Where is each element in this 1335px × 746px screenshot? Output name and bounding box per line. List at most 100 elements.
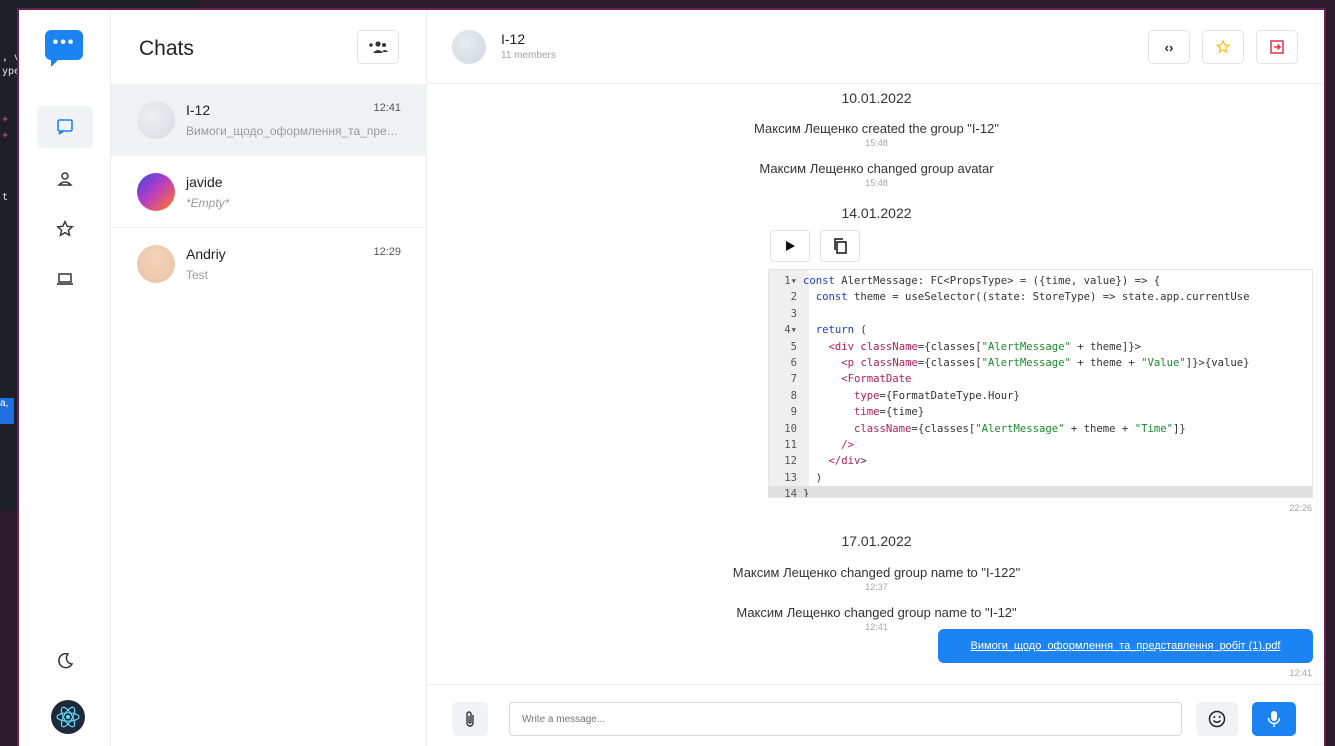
code-line: 8 type={FormatDateType.Hour}: [769, 388, 1312, 404]
code-line: 12 </div>: [769, 453, 1312, 469]
line-number: 3: [790, 307, 797, 320]
chat-item-andriy[interactable]: Andriy Test 12:29: [111, 228, 427, 300]
code-text: <div className={classes["AlertMessage" +…: [828, 340, 1142, 353]
paperclip-icon: [466, 711, 474, 727]
laptop-icon: [57, 273, 73, 285]
line-number: 13: [784, 471, 797, 484]
chat-list-panel: Chats I-12 Вимоги_щодо_оформлення_та_пре…: [111, 10, 427, 746]
chat-time: 12:41: [373, 102, 401, 114]
code-line: 5 <div className={classes["AlertMessage"…: [769, 339, 1312, 355]
code-line: 3: [769, 306, 1312, 322]
line-number: 5: [790, 340, 797, 353]
code-line: 6 <p className={classes["AlertMessage" +…: [769, 355, 1312, 371]
code-text: />: [841, 439, 855, 451]
line-number: 1▾: [784, 275, 797, 287]
run-code-button[interactable]: [770, 230, 810, 262]
chat-item-i-12[interactable]: I-12 Вимоги_щодо_оформлення_та_представл…: [111, 84, 427, 156]
chat-name: Andriy: [186, 246, 226, 262]
bg-text: +: [2, 114, 9, 125]
file-message-link[interactable]: Вимоги_щодо_оформлення_та_представлення_…: [938, 629, 1313, 663]
bg-highlight: a,: [0, 398, 14, 424]
code-text: return (: [815, 324, 867, 337]
add-group-icon: [369, 41, 388, 53]
chat-last-message: *Empty*: [186, 196, 230, 210]
code-line: 9 time={time}: [769, 404, 1312, 420]
code-line: 14}: [769, 486, 1312, 498]
leave-group-button[interactable]: [1256, 30, 1298, 64]
code-text: </div>: [828, 455, 867, 468]
attach-button[interactable]: [452, 702, 488, 736]
sidebar-rail: •••: [19, 10, 111, 746]
code-text: <p className={classes["AlertMessage" + t…: [841, 357, 1250, 369]
date-separator: 10.01.2022: [841, 90, 912, 106]
chat-time: 12:29: [373, 246, 401, 258]
user-avatar[interactable]: [51, 700, 85, 734]
message-time: 12:37: [865, 582, 888, 592]
microphone-icon: [1267, 711, 1281, 727]
line-number: 6: [790, 357, 797, 369]
code-text: const AlertMessage: FC<PropsType> = ({ti…: [803, 275, 1161, 287]
chat-item-javide[interactable]: javide *Empty*: [111, 156, 427, 228]
chat-last-message: Test: [186, 268, 209, 282]
line-number: 12: [784, 455, 797, 468]
message-time: 15:48: [865, 138, 888, 148]
code-line: 2 const theme = useSelector((state: Stor…: [769, 289, 1312, 305]
theme-toggle-button[interactable]: [37, 640, 93, 682]
line-number: 8: [790, 389, 797, 402]
smile-icon: [1208, 710, 1226, 728]
messenger-window: ••• Chats I-12 Вимоги_щодо_оформлення_та…: [17, 8, 1326, 746]
code-mode-button[interactable]: ‹›: [1148, 30, 1190, 64]
line-number: 9: [790, 406, 797, 419]
avatar: [137, 173, 175, 211]
code-text: <FormatDate: [841, 373, 912, 386]
line-number: 14: [784, 488, 797, 498]
chat-last-message: Вимоги_щодо_оформлення_та_представлення_…: [186, 124, 401, 138]
nav-chats-button[interactable]: [37, 106, 93, 148]
emoji-button[interactable]: [1196, 702, 1238, 736]
exit-icon: [1270, 40, 1284, 54]
chat-name: javide: [186, 174, 223, 190]
voice-record-button[interactable]: [1252, 702, 1296, 736]
code-text: const theme = useSelector((state: StoreT…: [815, 291, 1250, 304]
code-line: 13 ): [769, 470, 1312, 486]
system-message: Максим Лещенко changed group avatar: [759, 161, 994, 176]
chat-header: I-12 11 members ‹›: [427, 10, 1324, 84]
group-avatar: [452, 30, 486, 64]
message-time: 22:26: [1289, 503, 1312, 513]
group-name: I-12: [501, 31, 526, 47]
system-message: Максим Лещенко changed group name to "I-…: [736, 605, 1017, 620]
code-line: 7 <FormatDate: [769, 371, 1312, 387]
star-icon: [56, 219, 74, 237]
bg-text: +: [2, 130, 9, 141]
message-composer: [427, 684, 1324, 746]
star-icon: [1215, 39, 1231, 54]
code-text: time={time}: [854, 406, 925, 419]
date-separator: 17.01.2022: [841, 533, 912, 549]
code-line: 1▾ const AlertMessage: FC<PropsType> = ({…: [769, 273, 1312, 289]
chat-list-title: Chats: [139, 37, 194, 60]
line-number: 7: [790, 373, 797, 386]
message-list: 10.01.2022 Максим Лещенко created the gr…: [427, 84, 1324, 682]
create-group-button[interactable]: [357, 30, 399, 64]
avatar: [137, 245, 175, 283]
chat-name: I-12: [186, 102, 211, 118]
line-number: 4▾: [784, 324, 797, 337]
line-number: 11: [784, 439, 797, 451]
code-text: }: [803, 488, 810, 498]
chat-main: I-12 11 members ‹› 10.01.2022 Максим Лещ…: [427, 10, 1324, 746]
react-logo-icon: [56, 706, 80, 728]
line-number: 2: [790, 291, 797, 304]
favorite-button[interactable]: [1202, 30, 1244, 64]
nav-favorites-button[interactable]: [37, 208, 93, 250]
code-text: ): [803, 471, 823, 484]
bg-text: t: [2, 192, 9, 203]
nav-contacts-button[interactable]: [37, 158, 93, 200]
message-input[interactable]: [509, 702, 1182, 736]
system-message: Максим Лещенко changed group name to "I-…: [732, 565, 1021, 580]
copy-code-button[interactable]: [820, 230, 860, 262]
members-count: 11 members: [501, 50, 556, 61]
system-message: Максим Лещенко created the group "I-12": [754, 121, 999, 136]
code-block[interactable]: 1▾ const AlertMessage: FC<PropsType> = ({…: [768, 269, 1313, 498]
nav-code-button[interactable]: [37, 258, 93, 300]
moon-icon: [58, 652, 74, 669]
